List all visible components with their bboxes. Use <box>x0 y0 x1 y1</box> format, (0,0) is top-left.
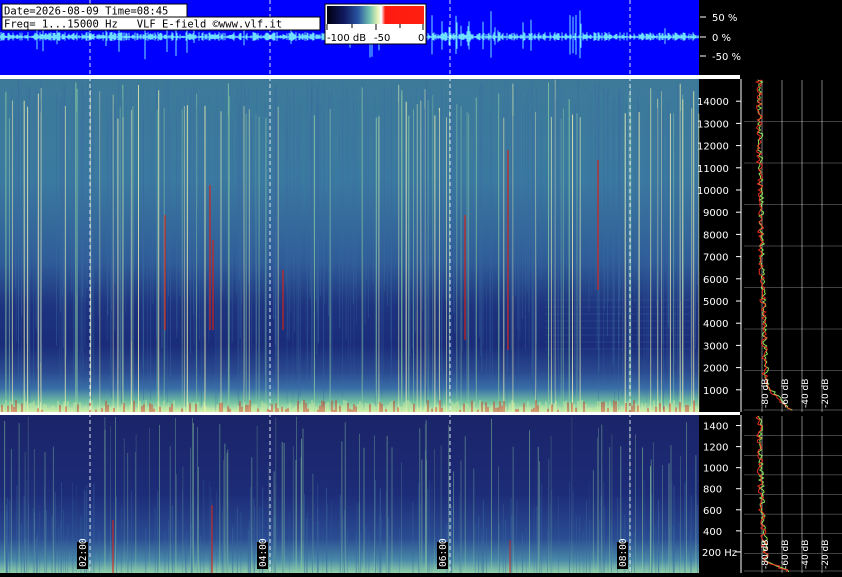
date-time-text: Date=2026-08-09 Time=08:45 <box>4 6 168 18</box>
freq-label: 3000 <box>703 341 728 352</box>
freq-label: 2000 <box>703 364 728 375</box>
freq-label: 11000 <box>697 164 729 175</box>
panel-separator-2 <box>0 412 740 415</box>
color-scale-bar <box>327 6 424 24</box>
amp-label: 50 % <box>712 13 737 24</box>
freq-label: 200 Hz <box>702 548 737 559</box>
upper-spectrum-panel: -80 dB -60 dB -40 dB -20 dB <box>744 79 842 412</box>
freq-label: 400 <box>703 527 722 538</box>
time-label: 04:00 <box>258 538 269 567</box>
freq-label: 1400 <box>703 422 728 433</box>
vlf-spectrogram-display: 14000 13000 12000 11000 10000 9000 8000 7000 600… <box>0 0 842 573</box>
color-scale-label-max: 0 <box>418 33 424 44</box>
time-label: 08:00 <box>618 538 629 567</box>
color-scale-label-mid: -50 <box>374 33 390 44</box>
lower-spectrum-panel: -80 dB -60 dB -40 dB -20 dB <box>744 415 842 573</box>
spectrum-db-label: -60 dB <box>781 540 791 569</box>
amplitude-axis: 50 % 0 % -50 % <box>700 13 741 63</box>
freq-info-text: Freq= 1...15000 Hz VLF E-field ©www.vlf.… <box>4 19 282 31</box>
freq-label: 13000 <box>697 119 729 130</box>
spectrum-trace-avg <box>756 79 793 411</box>
spectrum-db-label: -80 dB <box>761 540 771 569</box>
freq-label: 8000 <box>703 230 728 241</box>
spectrogram-upper <box>0 79 699 412</box>
spectrum-db-label: -80 dB <box>761 379 771 408</box>
spectrum-db-label: -20 dB <box>821 540 831 569</box>
amp-label: -50 % <box>712 52 741 63</box>
time-label: 06:00 <box>438 538 449 567</box>
freq-label: 6000 <box>703 275 728 286</box>
freq-label: 1000 <box>703 386 728 397</box>
freq-label: 5000 <box>703 297 728 308</box>
spectrum-db-label: -40 dB <box>801 379 811 408</box>
panel-separator <box>0 75 740 79</box>
spectrogram-canvas: 1400013000120001100010000900080007000600… <box>0 0 842 573</box>
spectrum-db-label: -60 dB <box>781 379 791 408</box>
time-label: 02:00 <box>78 538 89 567</box>
freq-label: 12000 <box>697 142 729 153</box>
freq-label: 1200 <box>703 443 728 454</box>
spectrum-db-label: -20 dB <box>821 379 831 408</box>
freq-label: 14000 <box>697 97 729 108</box>
freq-label: 800 <box>703 485 722 496</box>
lower-freq-axis: 1400 1200 1000 800 600 400 200 Hz <box>702 415 742 573</box>
freq-label: 10000 <box>697 186 729 197</box>
color-scale-label-min: -100 dB <box>327 33 366 44</box>
upper-freq-axis: 14000 13000 12000 11000 10000 9000 8000 7000 600… <box>697 79 742 412</box>
freq-label: 9000 <box>703 208 728 219</box>
amp-label: 0 % <box>712 33 731 44</box>
spectrum-db-label: -40 dB <box>801 540 811 569</box>
freq-label: 4000 <box>703 319 728 330</box>
freq-label: 600 <box>703 506 722 517</box>
freq-label: 7000 <box>703 253 728 264</box>
freq-label: 1000 <box>703 464 728 475</box>
